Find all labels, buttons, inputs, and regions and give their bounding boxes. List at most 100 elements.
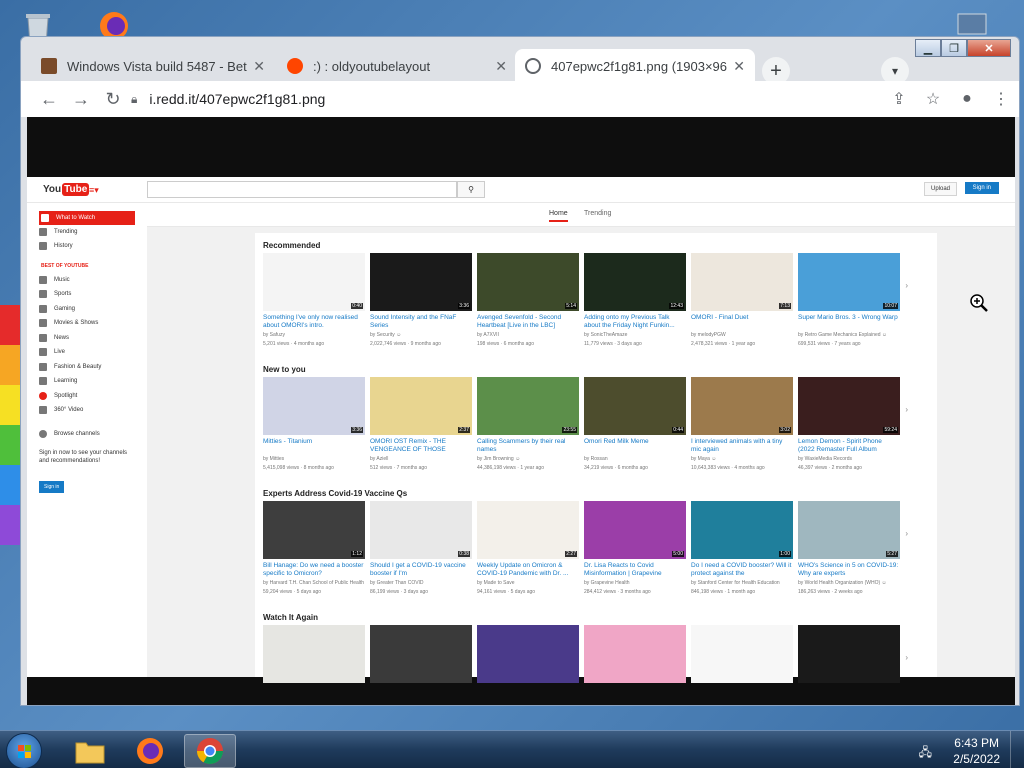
lock-icon[interactable]: 🔒︎ [131, 92, 137, 107]
browse-channels-icon [39, 430, 47, 438]
reddit-favicon-icon [287, 58, 303, 74]
video-duration: 3:36 [351, 427, 363, 433]
trending-icon [39, 228, 47, 236]
menu-kebab-icon[interactable]: ⋮ [987, 85, 1015, 113]
tab-reddit[interactable]: :) : oldyoutubelayout ✕ [277, 49, 517, 83]
fashion-icon [39, 363, 47, 371]
video-thumbnail: 3:02 [691, 377, 793, 435]
video-meta: 186,263 views · 2 weeks ago [798, 589, 863, 595]
video-title: Adding onto my Previous Talk about the F… [584, 314, 675, 329]
video-card [263, 625, 365, 683]
video-thumbnail: 5:27 [798, 501, 900, 559]
sidebar-item-label: Live [54, 349, 66, 355]
video-row: 0:40 Something I've only now realised abo… [263, 253, 908, 348]
yt-main-feed: Recommended 0:40 Something I've only now r… [255, 233, 937, 683]
video-title: Dr. Lisa Reacts to Covid Misinformation … [584, 562, 662, 577]
video-title: Avenged Sevenfold - Second Heartbeat [Li… [477, 314, 562, 329]
sidebar-item-label: Spotlight [54, 393, 78, 399]
video-meta: 198 views · 6 months ago [477, 341, 534, 347]
video-title: OMORI OST Remix - THE VENGEANCE OF THOSE [370, 438, 446, 453]
video-channel: by Security ☺ [370, 332, 402, 338]
vista-favicon-icon [41, 58, 57, 74]
shelf-next-arrow-icon: › [905, 281, 908, 290]
video-card [477, 625, 579, 683]
video-meta: 94,161 views · 5 days ago [477, 589, 536, 595]
start-button[interactable] [6, 733, 42, 768]
sidebar-item-360-video: 360° Video [39, 403, 135, 417]
video-duration: 12:43 [669, 303, 684, 309]
video-thumbnail: 12:43 [584, 253, 686, 311]
yt-signin-button: Sign in [964, 182, 999, 194]
tab-vista-build[interactable]: Windows Vista build 5487 - Beta ✕ [31, 49, 275, 83]
video-thumbnail [584, 625, 686, 683]
network-icon[interactable]: 🖧︎ [919, 743, 932, 764]
logo-you: You [43, 184, 62, 195]
video-title: Something I've only now realised about O… [263, 314, 358, 329]
video-card: 3:36 Mitties - Titanium by Mitties 5,415,09… [263, 377, 365, 472]
yt-shelf: Watch It Again › [263, 613, 931, 683]
video-meta: 44,386,198 views · 1 year ago [477, 465, 544, 471]
taskbar-explorer[interactable] [64, 734, 116, 768]
taskbar-chrome[interactable] [184, 734, 236, 768]
shelf-title: New to you [263, 365, 306, 374]
video-card: 3:02 I interviewed animals with a tiny mi… [691, 377, 793, 472]
video-thumbnail: 2:27 [477, 501, 579, 559]
video-row: 1:12 Bill Hanage: Do we need a booster sp… [263, 501, 908, 596]
yt-top-nav: Home Trending [147, 203, 1015, 227]
history-icon [39, 242, 47, 250]
clock[interactable]: 6:43 PM 2/5/2022 [953, 735, 1000, 767]
toolbar-actions: ⇪ ☆ ● ⋮ [885, 85, 1015, 113]
video-channel: by Rossan [584, 456, 608, 462]
close-tab-icon[interactable]: ✕ [253, 58, 265, 75]
tab-title: Windows Vista build 5487 - Beta [67, 58, 248, 74]
sidebar-item-label: Gaming [54, 306, 76, 312]
video-row: › [263, 625, 908, 683]
video-thumbnail: 1:00 [691, 501, 793, 559]
shelf-next-arrow-icon: › [905, 653, 908, 662]
video-card: 7:13 OMORI - Final Duet by melodyPGW 2,478,… [691, 253, 793, 348]
sidebar-item-history: History [39, 239, 135, 253]
signin-note: Sign in now to see your channels and rec… [39, 450, 128, 464]
logo-tube: Tube [62, 183, 90, 196]
video-card [798, 625, 900, 683]
show-desktop-button[interactable] [1010, 731, 1024, 768]
tab-trending: Trending [584, 210, 612, 217]
video-thumbnail: 0:44 [584, 377, 686, 435]
movies-icon [39, 319, 47, 327]
taskbar-firefox[interactable] [124, 734, 176, 768]
sidebar-item-movies: Movies & Shows [39, 316, 135, 330]
video-title: Should I get a COVID-19 vaccine booster … [370, 562, 466, 577]
yt-search-icon: ⚲ [457, 181, 485, 198]
profile-icon[interactable]: ● [953, 85, 981, 113]
bookmark-star-icon[interactable]: ☆ [919, 85, 947, 113]
tab-home: Home [549, 210, 568, 222]
live-icon [39, 348, 47, 356]
video-meta: 846,198 views · 1 month ago [691, 589, 756, 595]
reload-button[interactable]: ↻ [97, 85, 129, 113]
spotlight-icon [39, 392, 47, 400]
video-duration: 5:27 [886, 551, 898, 557]
tab-image[interactable]: 407epwc2f1g81.png (1903×966) ✕ [515, 49, 755, 83]
sidebar-item-live: Live [39, 345, 135, 359]
video-duration: 0:40 [351, 303, 363, 309]
share-icon[interactable]: ⇪ [885, 85, 913, 113]
back-button[interactable]: ← [33, 85, 65, 113]
address-bar[interactable]: 🔒︎ i.redd.it/407epwc2f1g81.png [131, 85, 951, 113]
guide-menu-icon: ≡▾ [89, 185, 99, 195]
sidebar-item-label: Trending [54, 229, 78, 235]
close-tab-icon[interactable]: ✕ [495, 58, 507, 75]
video-title: Mitties - Titanium [263, 438, 313, 445]
video-meta: 34,219 views · 6 months ago [584, 465, 648, 471]
yt-search-input [147, 181, 457, 198]
news-icon [39, 334, 47, 342]
video-channel: by Stanford Center for Health Education [691, 580, 780, 586]
video-channel: by Maya ☺ [691, 456, 717, 462]
youtube-screenshot[interactable]: You Tube ≡▾ ⚲ Upload Sign in What to Watc… [27, 177, 1015, 683]
video-card: 5:14 Avenged Sevenfold - Second Heartbeat… [477, 253, 579, 348]
video-thumbnail [798, 625, 900, 683]
video-card: 12:43 Adding onto my Previous Talk about … [584, 253, 686, 348]
video-meta: 699,531 views · 7 years ago [798, 341, 861, 347]
close-tab-icon[interactable]: ✕ [733, 58, 745, 75]
forward-button[interactable]: → [65, 85, 97, 113]
video-title: Sound Intensity and the FNaF Series [370, 314, 457, 329]
